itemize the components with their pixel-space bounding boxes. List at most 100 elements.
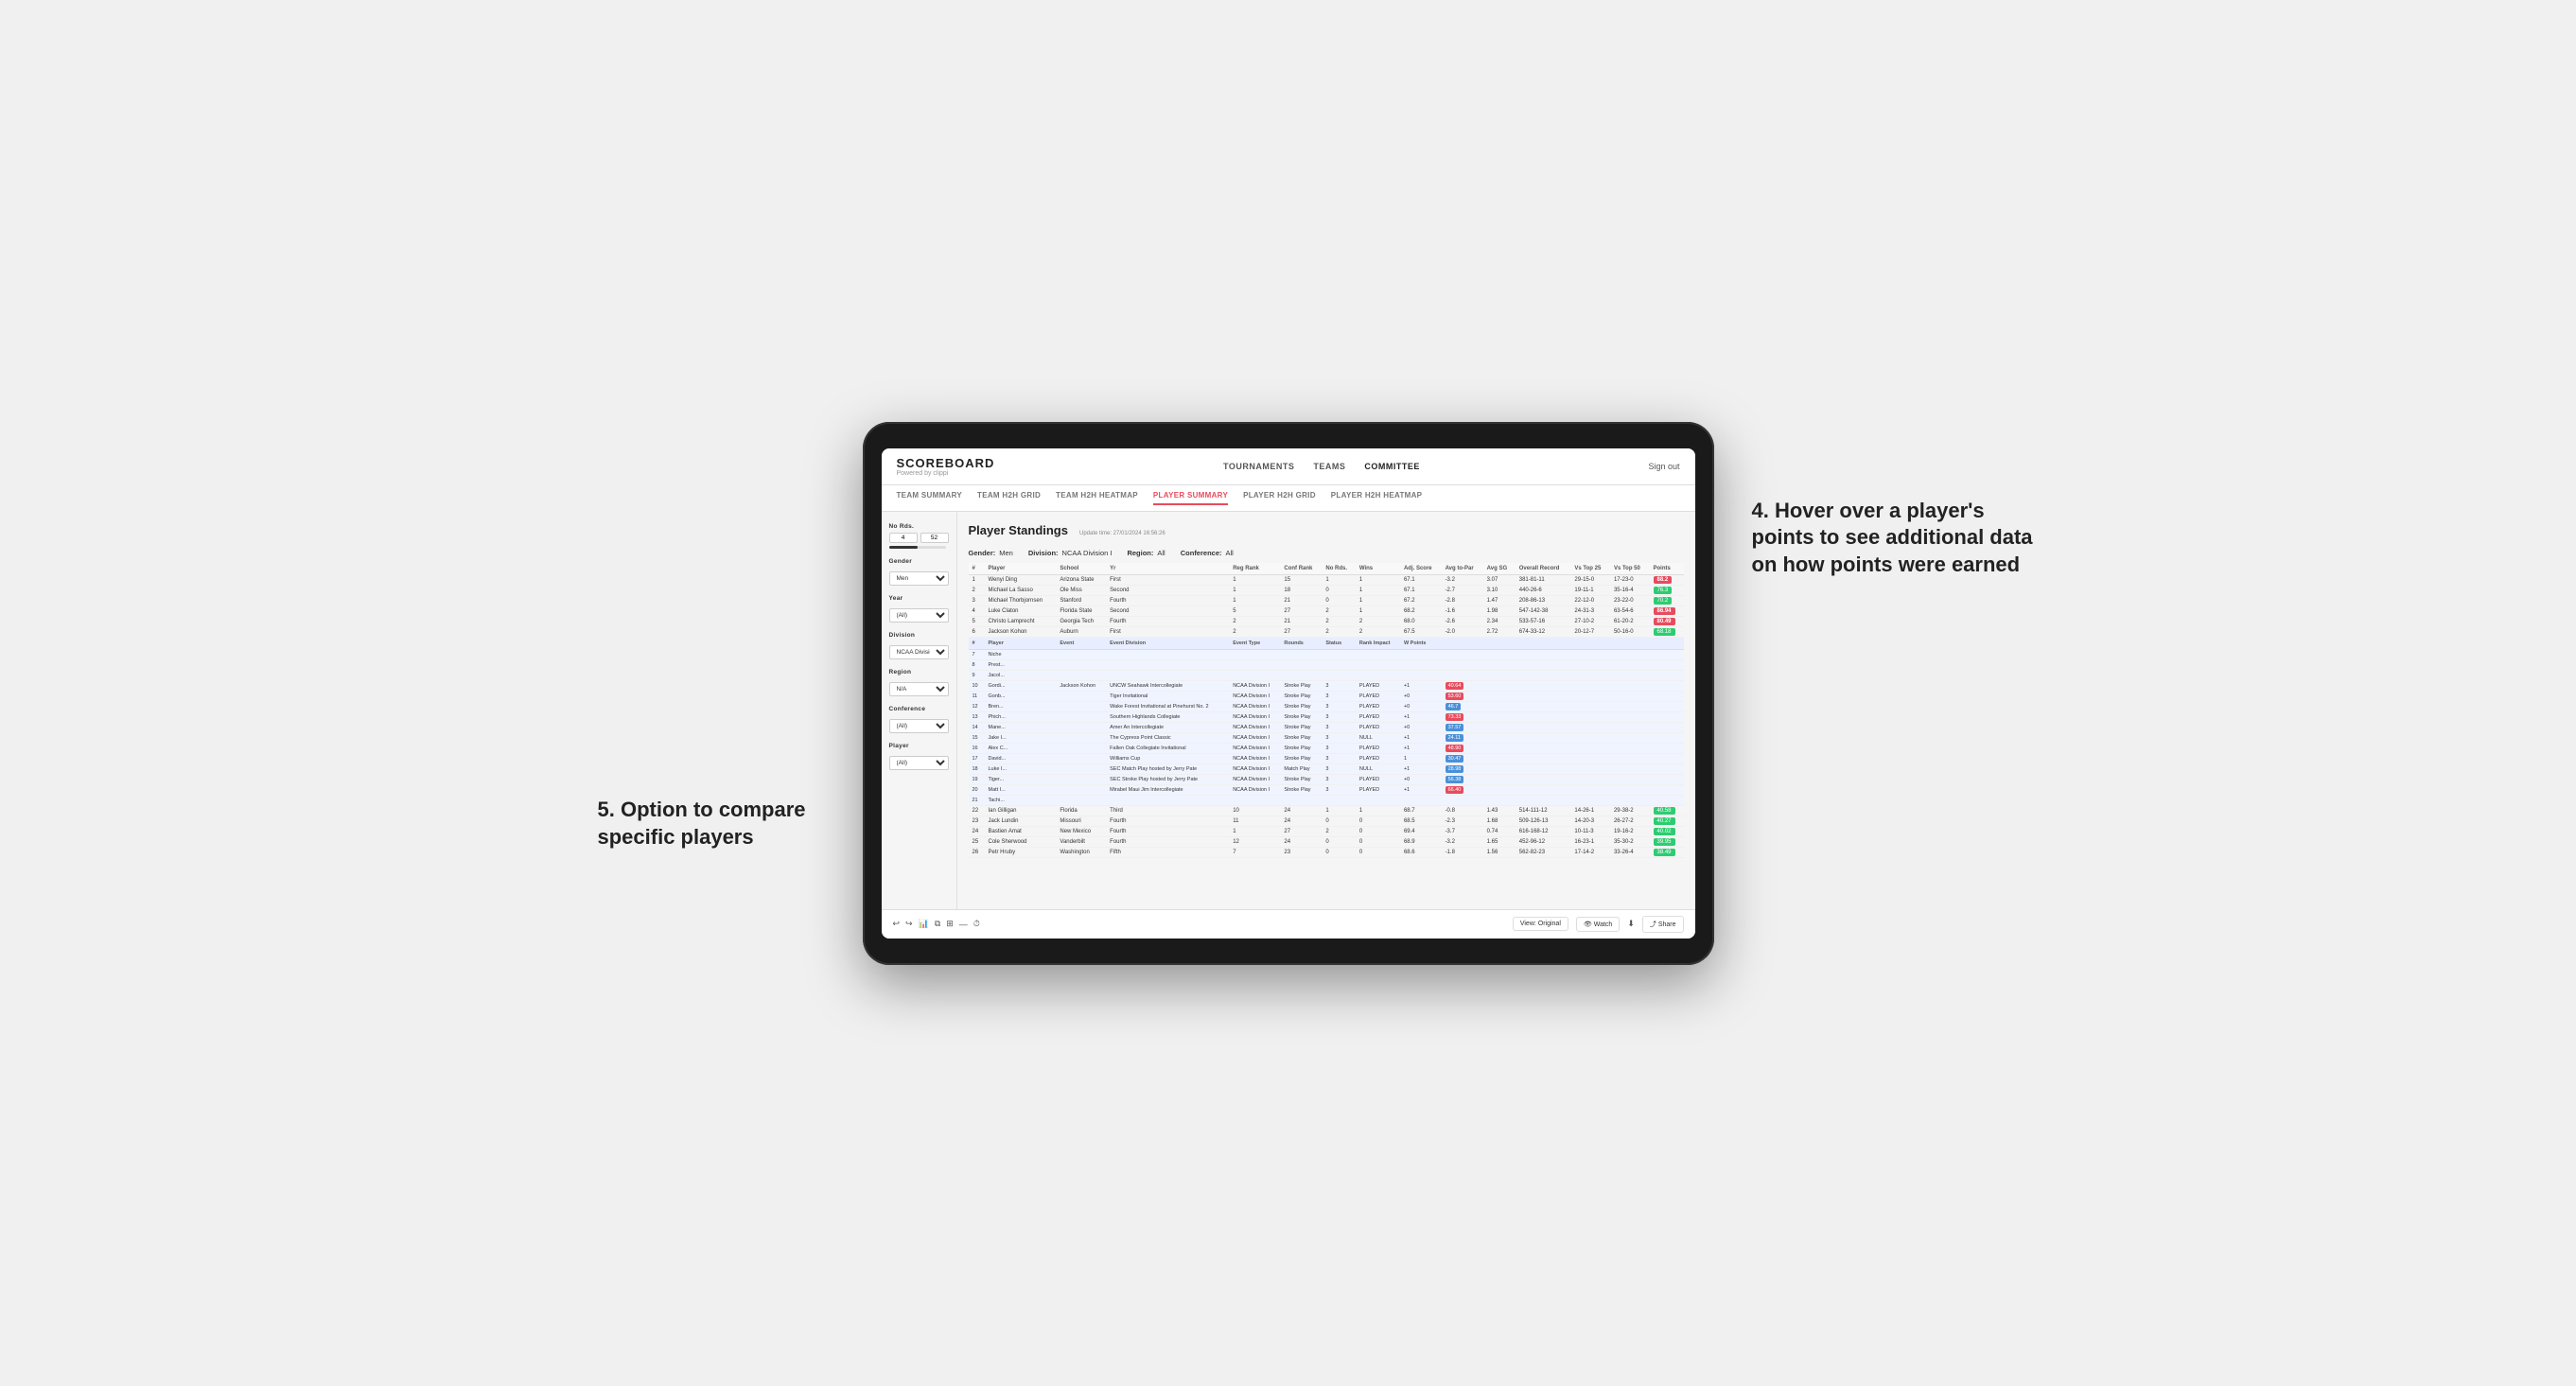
clock-icon[interactable]: ⏱ xyxy=(973,919,980,929)
tooltip-col-player: Player xyxy=(984,637,1056,649)
points-badge[interactable]: 68.18 xyxy=(1654,628,1675,636)
layout-icon[interactable]: ⊞ xyxy=(946,919,954,929)
subnav-player-summary[interactable]: PLAYER SUMMARY xyxy=(1153,491,1228,505)
subnav-team-summary[interactable]: TEAM SUMMARY xyxy=(897,491,963,505)
cell-vs50: 50-16-0 xyxy=(1610,626,1650,637)
tooltip-col-type: Event Type xyxy=(1229,637,1280,649)
cell-record: 616-168-12 xyxy=(1516,826,1571,836)
nav-teams[interactable]: TEAMS xyxy=(1313,462,1345,471)
cell-vs50: 63-54-6 xyxy=(1610,605,1650,616)
share-button[interactable]: ⤴ Share xyxy=(1642,916,1684,933)
cell-yr: Fourth xyxy=(1106,816,1229,826)
copy-icon[interactable]: ⧉ xyxy=(935,919,940,929)
cell-points[interactable]: 88.2 xyxy=(1650,574,1684,585)
points-badge[interactable]: 86.94 xyxy=(1654,607,1675,615)
table-row[interactable]: 5 Christo Lamprecht Georgia Tech Fourth … xyxy=(969,616,1684,626)
points-badge[interactable]: 39.95 xyxy=(1654,838,1675,846)
conference-filter-value: All xyxy=(1226,549,1234,557)
cell-points[interactable]: 68.18 xyxy=(1650,626,1684,637)
points-badge[interactable]: 40.02 xyxy=(1654,828,1675,835)
watch-button[interactable]: 👁 Watch xyxy=(1576,917,1620,932)
table-row[interactable]: 3 Michael Thorbjornsen Stanford Fourth 1… xyxy=(969,595,1684,605)
player-select[interactable]: (All) xyxy=(889,756,949,770)
subnav-team-h2h-grid[interactable]: TEAM H2H GRID xyxy=(977,491,1041,505)
col-wins: Wins xyxy=(1356,563,1400,575)
tooltip-header-row: # Player Event Event Division Event Type… xyxy=(969,637,1684,649)
points-badge[interactable]: 88.2 xyxy=(1654,576,1673,584)
cell-record: 533-57-16 xyxy=(1516,616,1571,626)
division-select[interactable]: NCAA Division I xyxy=(889,645,949,659)
subnav-team-h2h-heatmap[interactable]: TEAM H2H HEATMAP xyxy=(1056,491,1138,505)
cell-record: 208-86-13 xyxy=(1516,595,1571,605)
subnav-player-h2h-heatmap[interactable]: PLAYER H2H HEATMAP xyxy=(1331,491,1423,505)
chart-icon[interactable]: 📊 xyxy=(919,919,929,929)
cell-points[interactable]: 38.49 xyxy=(1650,847,1684,857)
dash-icon[interactable]: — xyxy=(959,920,968,929)
points-badge[interactable]: 80.49 xyxy=(1654,618,1675,625)
cell-points[interactable]: 40.02 xyxy=(1650,826,1684,836)
cell-avg-sg: 1.65 xyxy=(1483,836,1516,847)
undo-icon[interactable]: ↩ xyxy=(893,919,901,929)
cell-adj-score: 68.6 xyxy=(1400,847,1442,857)
cell-points[interactable]: 40.58 xyxy=(1650,805,1684,816)
download-icon[interactable]: ⬇ xyxy=(1627,919,1635,929)
cell-school: New Mexico xyxy=(1056,826,1106,836)
cell-wins: 1 xyxy=(1356,805,1400,816)
table-row[interactable]: 24 Bastien Amat New Mexico Fourth 1 27 2… xyxy=(969,826,1684,836)
gender-filter-label: Gender: xyxy=(969,549,996,557)
points-badge[interactable]: 40.27 xyxy=(1654,817,1675,825)
table-row[interactable]: 22 Ian Gilligan Florida Third 10 24 1 1 … xyxy=(969,805,1684,816)
region-section: Region N/A xyxy=(889,669,949,696)
filter-region: Region: All xyxy=(1127,549,1165,557)
gender-label: Gender xyxy=(889,558,949,565)
region-filter-label: Region: xyxy=(1127,549,1153,557)
region-select[interactable]: N/A xyxy=(889,682,949,696)
table-row[interactable]: 25 Cole Sherwood Vanderbilt Fourth 12 24… xyxy=(969,836,1684,847)
cell-num: 6 xyxy=(969,626,985,637)
player-section: Player (All) xyxy=(889,743,949,770)
table-header-area: Player Standings Update time: 27/01/2024… xyxy=(969,523,1684,557)
tablet-frame: SCOREBOARD Powered by clippi TOURNAMENTS… xyxy=(863,422,1714,965)
points-badge[interactable]: 38.49 xyxy=(1654,849,1675,856)
redo-icon[interactable]: ↪ xyxy=(905,919,913,929)
cell-wins: 0 xyxy=(1356,826,1400,836)
cell-conf-rank: 24 xyxy=(1280,816,1322,826)
col-reg-rank: Reg Rank xyxy=(1229,563,1280,575)
cell-points[interactable]: 40.27 xyxy=(1650,816,1684,826)
sign-out[interactable]: Sign out xyxy=(1648,462,1679,471)
cell-conf-rank: 27 xyxy=(1280,826,1322,836)
table-row[interactable]: 6 Jackson Kohon Auburn First 2 27 2 2 67… xyxy=(969,626,1684,637)
no-rds-from[interactable] xyxy=(889,533,918,543)
cell-points[interactable]: 76.3 xyxy=(1650,585,1684,595)
cell-player: Christo Lamprecht xyxy=(984,616,1056,626)
slider-bar[interactable] xyxy=(889,546,946,549)
points-badge[interactable]: 76.3 xyxy=(1654,587,1673,594)
cell-record: 381-81-11 xyxy=(1516,574,1571,585)
table-row[interactable]: 23 Jack Lundin Missouri Fourth 11 24 0 0… xyxy=(969,816,1684,826)
view-button[interactable]: View: Original xyxy=(1513,917,1568,931)
no-rds-to[interactable] xyxy=(920,533,949,543)
conference-select[interactable]: (All) xyxy=(889,719,949,733)
table-row[interactable]: 2 Michael La Sasso Ole Miss Second 1 18 … xyxy=(969,585,1684,595)
cell-num: 5 xyxy=(969,616,985,626)
cell-points[interactable]: 70.2 xyxy=(1650,595,1684,605)
points-badge[interactable]: 40.58 xyxy=(1654,807,1675,815)
cell-points[interactable]: 86.94 xyxy=(1650,605,1684,616)
cell-vs25: 27-10-2 xyxy=(1570,616,1610,626)
table-row[interactable]: 4 Luke Claton Florida State Second 5 27 … xyxy=(969,605,1684,616)
cell-record: 674-33-12 xyxy=(1516,626,1571,637)
table-row[interactable]: 26 Petr Hruby Washington Fifth 7 23 0 0 … xyxy=(969,847,1684,857)
nav-committee[interactable]: COMMITTEE xyxy=(1364,462,1420,471)
nav-tournaments[interactable]: TOURNAMENTS xyxy=(1223,462,1294,471)
cell-points[interactable]: 80.49 xyxy=(1650,616,1684,626)
gender-select[interactable]: Men xyxy=(889,571,949,586)
tooltip-data-row: 9 Jacol... xyxy=(969,670,1684,680)
cell-points[interactable]: 39.95 xyxy=(1650,836,1684,847)
cell-wins: 2 xyxy=(1356,616,1400,626)
points-badge[interactable]: 70.2 xyxy=(1654,597,1673,605)
cell-no-rds: 2 xyxy=(1322,626,1355,637)
year-select[interactable]: (All) xyxy=(889,608,949,623)
subnav-player-h2h-grid[interactable]: PLAYER H2H GRID xyxy=(1243,491,1316,505)
table-row[interactable]: 1 Wenyi Ding Arizona State First 1 15 1 … xyxy=(969,574,1684,585)
cell-num: 2 xyxy=(969,585,985,595)
